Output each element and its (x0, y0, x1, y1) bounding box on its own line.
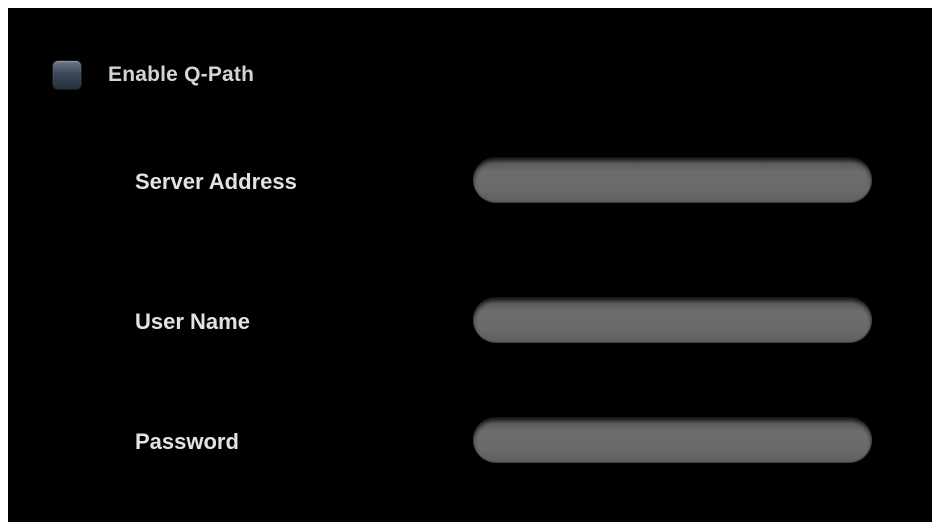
enable-qpath-row[interactable]: Enable Q-Path (52, 59, 254, 91)
user-name-input[interactable] (473, 297, 872, 343)
enable-qpath-checkbox[interactable] (52, 60, 82, 90)
enable-qpath-label[interactable]: Enable Q-Path (108, 63, 254, 87)
server-address-input[interactable] (473, 157, 872, 203)
server-address-label: Server Address (135, 169, 297, 194)
qpath-settings-panel: Enable Q-Path Server Address User Name P… (8, 8, 932, 522)
password-label: Password (135, 429, 239, 454)
user-name-label: User Name (135, 309, 250, 334)
password-input[interactable] (473, 417, 872, 463)
